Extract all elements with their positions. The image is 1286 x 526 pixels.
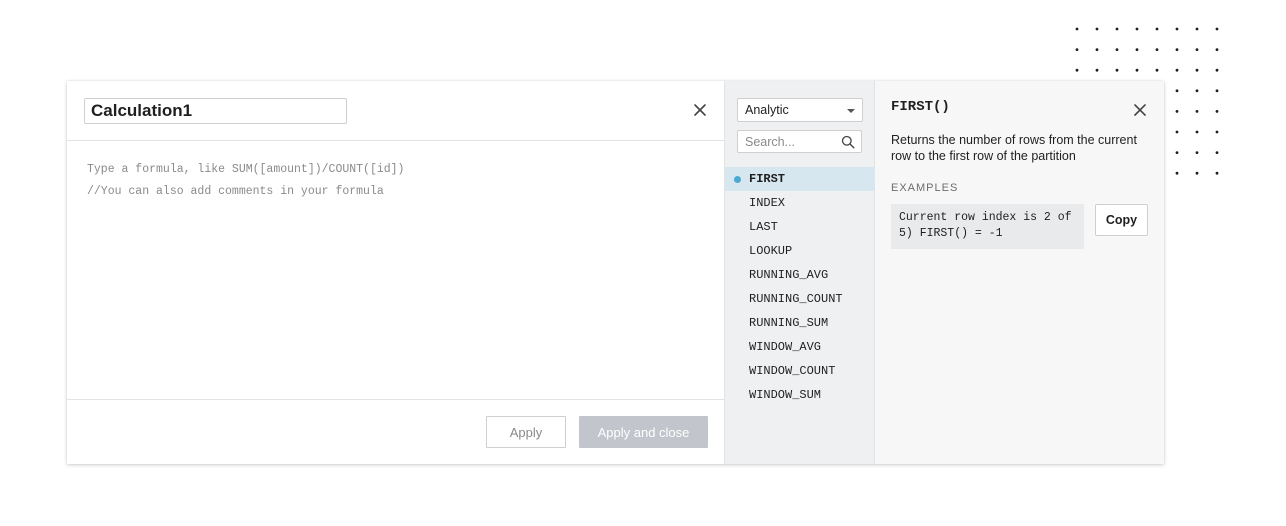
decorative-dot: [1195, 151, 1199, 155]
decorative-dot: [1175, 27, 1179, 31]
decorative-dot: [1215, 110, 1219, 113]
copy-example-button[interactable]: Copy: [1095, 204, 1148, 236]
decorative-dot: [1075, 48, 1079, 51]
calculation-dialog: Type a formula, like SUM([amount])/COUNT…: [67, 81, 1164, 464]
apply-button[interactable]: Apply: [486, 416, 566, 448]
function-item-label: RUNNING_COUNT: [749, 292, 843, 306]
function-item-running-sum[interactable]: RUNNING_SUM: [725, 311, 875, 335]
decorative-dot: [1215, 151, 1219, 155]
decorative-dot: [1115, 48, 1119, 51]
function-item-label: FIRST: [749, 172, 786, 186]
decorative-dot: [1175, 68, 1179, 72]
decorative-dot: [1115, 27, 1119, 31]
function-docs-pane: FIRST() Returns the number of rows from …: [875, 81, 1164, 464]
decorative-dot: [1195, 48, 1199, 51]
decorative-dot: [1175, 151, 1179, 155]
function-search-input[interactable]: [738, 131, 838, 152]
decorative-dot: [1215, 89, 1219, 93]
close-icon[interactable]: [691, 101, 709, 119]
function-list: FIRST INDEX LAST LOOKUP RUNNING_AVG RUNN…: [725, 167, 895, 407]
decorative-dot: [1215, 130, 1219, 134]
function-item-last[interactable]: LAST: [725, 215, 875, 239]
function-docs-description: Returns the number of rows from the curr…: [891, 133, 1137, 163]
function-item-running-count[interactable]: RUNNING_COUNT: [725, 287, 875, 311]
decorative-dot: [1155, 48, 1159, 51]
decorative-dot: [1155, 27, 1159, 31]
formula-placeholder-line: //You can also add comments in your form…: [87, 185, 384, 198]
chevron-down-icon: [847, 109, 855, 113]
examples-heading: EXAMPLES: [891, 182, 959, 194]
decorative-dot: [1215, 68, 1219, 72]
decorative-dot: [1195, 171, 1199, 175]
decorative-dot: [1195, 110, 1199, 113]
function-item-window-count[interactable]: WINDOW_COUNT: [725, 359, 875, 383]
editor-footer: Apply Apply and close: [67, 399, 724, 464]
formula-editor-pane: Type a formula, like SUM([amount])/COUNT…: [67, 81, 724, 464]
function-item-label: WINDOW_COUNT: [749, 364, 836, 378]
decorative-dot: [1175, 48, 1179, 51]
calculation-name-input[interactable]: [84, 98, 347, 124]
function-item-label: WINDOW_AVG: [749, 340, 822, 354]
formula-textarea[interactable]: Type a formula, like SUM([amount])/COUNT…: [87, 159, 707, 389]
function-list-pane: Analytic FIRST INDEX LAST: [724, 81, 895, 464]
function-item-first[interactable]: FIRST: [725, 167, 895, 196]
decorative-dot: [1195, 130, 1199, 134]
decorative-dot: [1175, 130, 1179, 134]
close-icon[interactable]: [1131, 101, 1149, 119]
decorative-dot: [1095, 27, 1099, 31]
function-item-label: LOOKUP: [749, 244, 793, 258]
category-select[interactable]: Analytic: [737, 98, 863, 122]
selected-indicator-dot: [734, 176, 741, 183]
decorative-dot: [1175, 171, 1179, 175]
apply-and-close-button[interactable]: Apply and close: [579, 416, 708, 448]
decorative-dot: [1095, 68, 1099, 72]
function-item-index[interactable]: INDEX: [725, 191, 875, 215]
decorative-dot: [1075, 68, 1079, 72]
formula-placeholder-line: Type a formula, like SUM([amount])/COUNT…: [87, 163, 405, 176]
function-item-lookup[interactable]: LOOKUP: [725, 239, 875, 263]
function-item-running-avg[interactable]: RUNNING_AVG: [725, 263, 875, 287]
category-select-value: Analytic: [745, 103, 789, 117]
decorative-dot: [1195, 89, 1199, 93]
decorative-dot: [1175, 110, 1179, 113]
function-item-label: LAST: [749, 220, 778, 234]
function-docs-title: FIRST(): [891, 99, 950, 115]
function-item-label: INDEX: [749, 196, 786, 210]
decorative-dot: [1175, 89, 1179, 93]
function-item-label: RUNNING_SUM: [749, 316, 829, 330]
decorative-dot: [1135, 48, 1139, 51]
function-item-window-avg[interactable]: WINDOW_AVG: [725, 335, 875, 359]
decorative-dot: [1195, 27, 1199, 31]
function-item-label: RUNNING_AVG: [749, 268, 829, 282]
decorative-dot: [1155, 68, 1159, 72]
decorative-dot: [1075, 27, 1079, 31]
decorative-dot: [1135, 27, 1139, 31]
function-search: [737, 130, 862, 153]
search-icon[interactable]: [841, 135, 855, 149]
decorative-dot: [1215, 27, 1219, 31]
decorative-dot: [1215, 48, 1219, 51]
example-code: Current row index is 2 of 5) FIRST() = -…: [891, 204, 1084, 249]
editor-header: [67, 81, 724, 141]
decorative-dot: [1195, 68, 1199, 72]
decorative-dot: [1095, 48, 1099, 51]
decorative-dot: [1115, 68, 1119, 72]
decorative-dot: [1135, 68, 1139, 72]
function-item-window-sum[interactable]: WINDOW_SUM: [725, 383, 875, 407]
function-item-label: WINDOW_SUM: [749, 388, 822, 402]
decorative-dot: [1215, 171, 1219, 175]
